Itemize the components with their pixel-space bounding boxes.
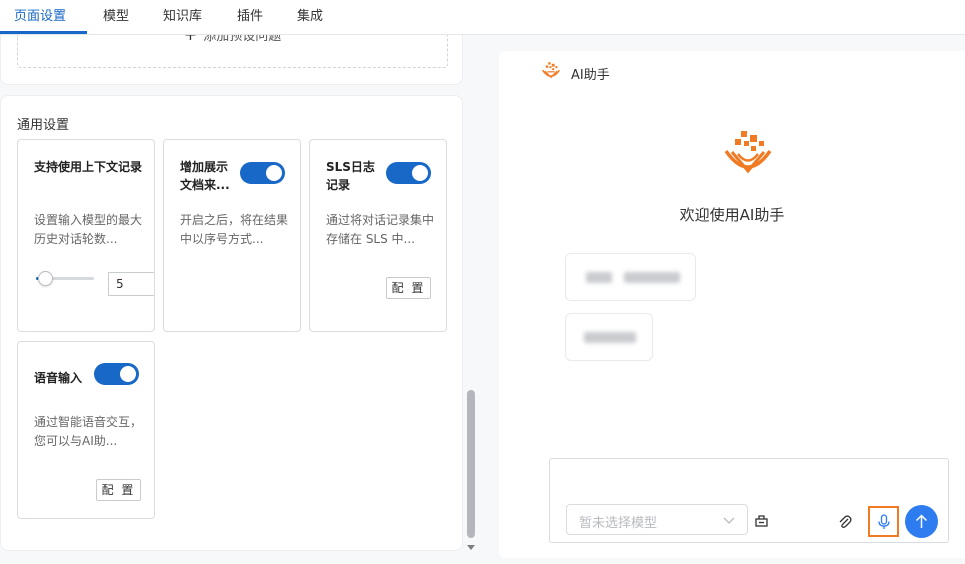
send-button[interactable]	[905, 505, 938, 538]
feature-title: 语音输入	[34, 371, 83, 385]
settings-panel: + 添加预设问题 通用设置 支持使用上下文记录 设置输入模型的最大历史对话轮数..…	[0, 35, 478, 564]
scrollbar-thumb[interactable]	[467, 390, 475, 538]
scroll-down-arrow-icon[interactable]	[467, 545, 475, 550]
feature-title: 增加展示文档来...	[180, 160, 230, 192]
section-title: 通用设置	[17, 118, 70, 133]
feature-desc: 设置输入模型的最大历史对话轮数...	[34, 213, 143, 246]
chevron-down-icon	[723, 517, 735, 524]
show-docs-toggle[interactable]	[240, 162, 285, 184]
feature-card-show-docs: 增加展示文档来... 开启之后，将在结果中以序号方式...	[163, 139, 301, 332]
feature-desc: 通过智能语音交互，您可以与AI助...	[34, 415, 143, 448]
model-select-placeholder: 暂未选择模型	[579, 516, 658, 531]
feature-desc: 通过将对话记录集中存储在 SLS 中...	[326, 213, 435, 246]
suggested-question[interactable]	[565, 253, 696, 301]
add-preset-question-button[interactable]: + 添加预设问题	[17, 35, 448, 68]
tab-model[interactable]: 模型	[103, 0, 129, 35]
add-preset-question-label: 添加预设问题	[203, 35, 282, 44]
voice-toggle[interactable]	[94, 363, 139, 385]
feature-card-context: 支持使用上下文记录 设置输入模型的最大历史对话轮数... 5	[17, 139, 155, 332]
history-slider-handle[interactable]	[38, 271, 53, 286]
plus-icon: +	[184, 35, 197, 44]
welcome-message: 欢迎使用AI助手	[679, 206, 785, 224]
chat-input-box[interactable]: 暂未选择模型	[549, 458, 949, 543]
ai-logo-icon	[724, 131, 772, 174]
tab-knowledge-base[interactable]: 知识库	[163, 0, 202, 35]
sls-toggle[interactable]	[386, 162, 431, 184]
assistant-title: AI助手	[571, 68, 610, 83]
suggested-question[interactable]	[565, 313, 653, 361]
preset-questions-card: + 添加预设问题	[0, 35, 463, 85]
microphone-icon	[878, 514, 890, 529]
active-tab-indicator	[0, 31, 87, 34]
model-select[interactable]: 暂未选择模型	[566, 504, 748, 535]
feature-title: SLS日志记录	[326, 160, 375, 192]
arrow-up-icon	[915, 514, 928, 528]
microphone-button[interactable]	[868, 506, 899, 537]
plugin-icon[interactable]	[754, 513, 769, 528]
general-settings-card: 通用设置 支持使用上下文记录 设置输入模型的最大历史对话轮数... 5 增加展示…	[0, 95, 463, 551]
feature-title: 支持使用上下文记录	[34, 160, 143, 174]
assistant-preview: AI助手 欢迎使用AI助手 暂未选择模型	[499, 51, 965, 558]
history-rounds-input[interactable]: 5	[108, 272, 154, 296]
feature-card-sls: SLS日志记录 通过将对话记录集中存储在 SLS 中... 配 置	[309, 139, 447, 332]
top-tab-bar: 页面设置 模型 知识库 插件 集成	[0, 0, 965, 35]
feature-card-voice: 语音输入 通过智能语音交互，您可以与AI助... 配 置	[17, 341, 155, 519]
ai-logo-icon	[541, 62, 561, 79]
feature-desc: 开启之后，将在结果中以序号方式...	[180, 213, 289, 246]
tab-page-settings[interactable]: 页面设置	[14, 0, 66, 35]
paperclip-icon[interactable]	[838, 514, 852, 529]
sls-config-button[interactable]: 配 置	[386, 277, 431, 299]
tab-plugins[interactable]: 插件	[237, 0, 263, 35]
voice-config-button[interactable]: 配 置	[96, 479, 141, 501]
tab-integration[interactable]: 集成	[297, 0, 323, 35]
